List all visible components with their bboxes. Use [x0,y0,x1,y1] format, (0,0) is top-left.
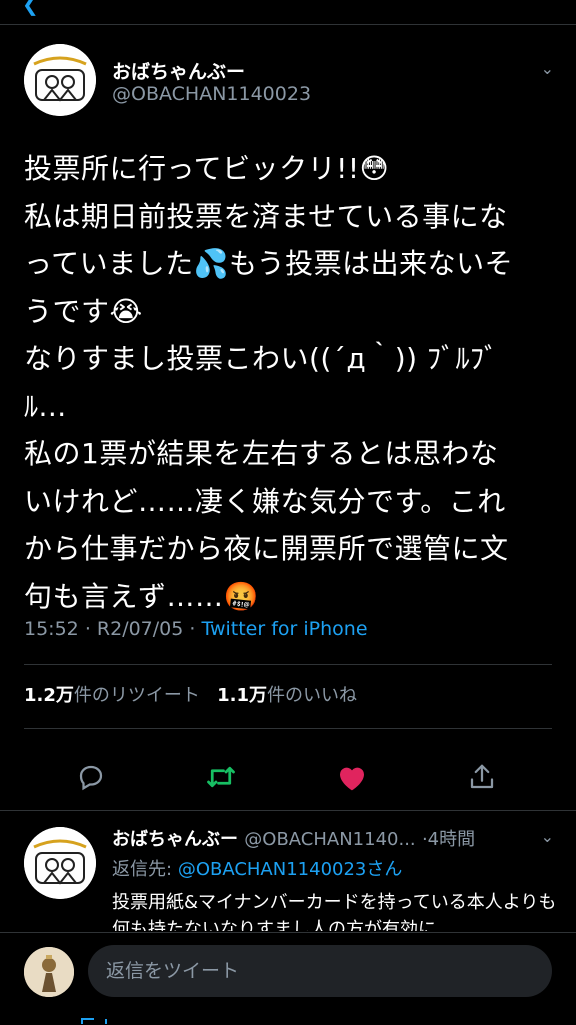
divider [24,728,552,729]
avatar-illustration [24,827,96,899]
likes-count: 1.1万 [217,685,267,706]
retweets-count: 1.2万 [24,685,74,706]
likes-label: 件のいいね [266,685,357,706]
reply-author-line: おばちゃんぶー @OBACHAN1140... ·4時間 [112,825,475,851]
author-name[interactable]: おばちゃんぶー [112,57,245,84]
tweet-time: 15:52 [24,618,79,640]
reply-to-mention[interactable]: @OBACHAN1140023さん [178,859,403,880]
meta-separator: · [84,618,91,640]
chevron-down-icon[interactable]: ⌄ [541,59,554,78]
tweet-date: R2/07/05 [96,618,184,640]
reply-author-handle[interactable]: @OBACHAN1140... [244,829,415,850]
meta-separator: · [189,618,196,640]
share-icon [470,764,494,789]
reply-text: 投票用紙&マイナンバーカードを持っている本人よりも何も持たないなりすまし人の方が… [112,892,557,931]
retweets-label: 件のリツイート [73,685,200,706]
user-avatar[interactable] [24,947,74,997]
retweets-stat[interactable]: 1.2万件のリツイート [24,685,206,706]
tweet-text: 投票所に行ってビックリ!!😳 私は期日前投票を済ませている事にな っていました💦… [24,152,514,613]
reply-to-line: 返信先: @OBACHAN1140023さん [112,855,402,881]
like-icon [340,767,364,791]
author-handle[interactable]: @OBACHAN1140023 [112,83,311,105]
tweet-source-link[interactable]: Twitter for iPhone [202,618,368,640]
retweet-icon [81,1018,107,1024]
top-bar: ❮ [0,0,576,25]
retweet-icon [207,766,235,788]
user-avatar-illustration [24,947,74,997]
tweet-meta: 15:52 · R2/07/05 · Twitter for iPhone [24,618,368,640]
reply-author-name[interactable]: おばちゃんぶー [112,829,238,850]
avatar-illustration [24,44,96,116]
like-button[interactable] [332,757,372,797]
back-arrow-icon[interactable]: ❮ [22,0,39,16]
reply-input[interactable]: 返信をツイート [88,945,552,997]
reply-button[interactable] [71,757,111,797]
avatar[interactable] [24,44,96,116]
reply-tweet[interactable]: おばちゃんぶー @OBACHAN1140... ·4時間 ⌄ 返信先: @OBA… [0,811,576,931]
reply-time: 4時間 [427,829,476,850]
reply-composer: 返信をツイート [0,932,576,1025]
divider [24,664,552,665]
share-button[interactable] [462,757,502,797]
reply-icon [79,765,103,791]
retweet-button[interactable] [201,757,241,797]
likes-stat[interactable]: 1.1万件のいいね [217,685,357,706]
reply-to-label: 返信先: [112,859,173,880]
reply-avatar[interactable] [24,827,96,899]
tweet-actions [0,736,576,796]
tweet-stats: 1.2万件のリツイート 1.1万件のいいね [24,681,357,707]
chevron-down-icon[interactable]: ⌄ [541,827,554,846]
